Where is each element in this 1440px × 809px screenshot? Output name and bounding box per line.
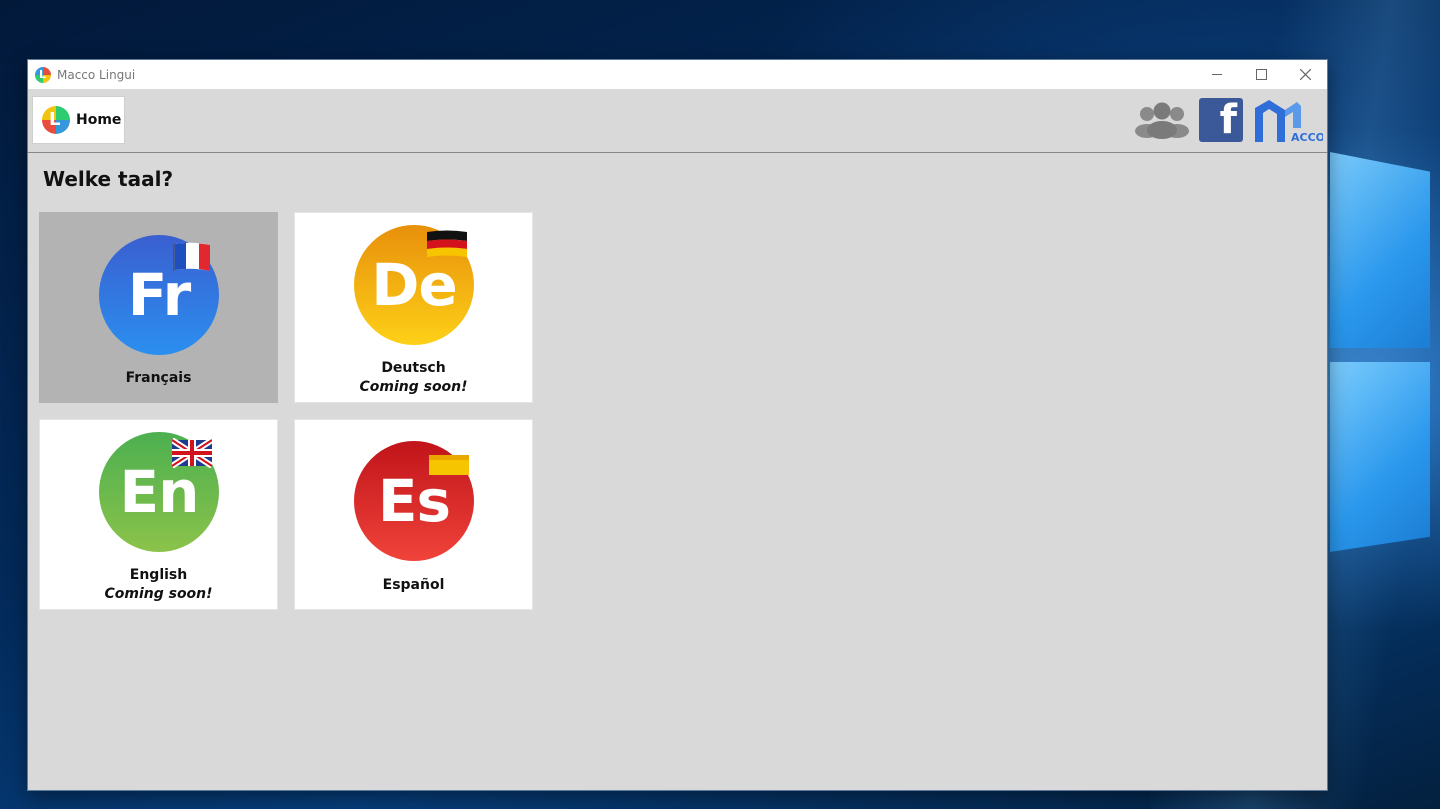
- home-button[interactable]: L Home: [32, 96, 125, 144]
- maximize-icon: [1255, 69, 1267, 80]
- users-group-icon[interactable]: [1133, 101, 1191, 139]
- macco-brand-text: ACCO: [1291, 131, 1323, 144]
- language-tile-german[interactable]: De Deutsch Coming soon!: [294, 212, 533, 403]
- minimize-button[interactable]: [1195, 60, 1239, 89]
- language-code: Fr: [127, 261, 192, 329]
- language-status: Coming soon!: [359, 379, 468, 395]
- language-tile-english[interactable]: En English Coming soon!: [39, 419, 278, 610]
- maximize-button[interactable]: [1239, 60, 1283, 89]
- language-code: En: [119, 458, 200, 526]
- spain-flag-icon: [429, 455, 469, 475]
- app-logo-icon: [35, 66, 51, 83]
- title-bar[interactable]: Macco Lingui: [28, 60, 1327, 89]
- language-name: Deutsch: [381, 360, 446, 376]
- germany-flag-icon: [427, 230, 467, 257]
- language-tile-french[interactable]: Fr Français: [39, 212, 278, 403]
- minimize-icon: [1212, 74, 1222, 75]
- window-title: Macco Lingui: [57, 67, 136, 82]
- toolbar: L Home f ACCO: [28, 89, 1327, 153]
- language-name: Français: [125, 370, 192, 386]
- language-name: English: [129, 567, 188, 583]
- app-window: Macco Lingui L Home f ACCO Wel: [28, 60, 1327, 790]
- language-code: De: [371, 251, 457, 319]
- desktop-windows-pane-top: [1330, 152, 1430, 348]
- window-controls: [1195, 60, 1327, 89]
- logo-letter: L: [49, 109, 61, 130]
- page-title: Welke taal?: [43, 167, 174, 191]
- close-icon: [1299, 69, 1311, 80]
- language-name: Español: [382, 577, 445, 593]
- facebook-icon[interactable]: f: [1199, 98, 1243, 142]
- close-button[interactable]: [1283, 60, 1327, 89]
- language-tile-spanish[interactable]: Es Español: [294, 419, 533, 610]
- uk-flag-icon: [172, 438, 212, 468]
- lingui-logo-icon: L: [42, 106, 70, 134]
- france-flag-icon: [173, 242, 210, 271]
- home-label: Home: [76, 112, 122, 128]
- desktop-windows-pane-bottom: [1330, 362, 1430, 552]
- language-status: Coming soon!: [104, 586, 213, 602]
- macco-logo-icon[interactable]: ACCO: [1251, 98, 1323, 144]
